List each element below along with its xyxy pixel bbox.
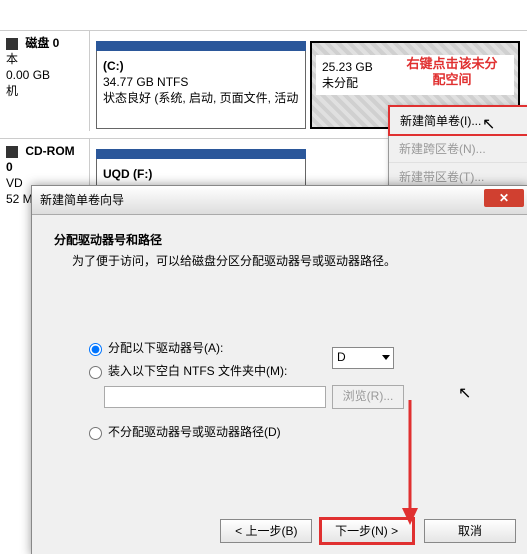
anno-l1: 右键点击该未分 (406, 56, 497, 71)
option-none-row[interactable]: 不分配驱动器号或驱动器路径(D) (84, 423, 506, 440)
partition-c[interactable]: (C:) 34.77 GB NTFS 状态良好 (系统, 启动, 页面文件, 活… (96, 41, 306, 129)
close-button[interactable]: ✕ (484, 189, 524, 207)
cdrom-l1: VD (6, 176, 23, 190)
menu-new-simple-volume[interactable]: 新建简单卷(I)... (388, 105, 527, 136)
disk0-label: 磁盘 0 (25, 36, 59, 50)
partc-letter: (C:) (103, 59, 124, 73)
back-button[interactable]: < 上一步(B) (220, 519, 312, 543)
option-assign-row[interactable]: 分配以下驱动器号(A): (84, 339, 506, 356)
annotation-text: 右键点击该未分 配空间 (382, 56, 522, 88)
label-no-letter: 不分配驱动器号或驱动器路径(D) (108, 423, 281, 440)
menu-new-spanned-volume[interactable]: 新建跨区卷(N)... (389, 135, 527, 163)
dialog-footer: < 上一步(B) 下一步(N) > 取消 (214, 517, 516, 545)
option-mount-row[interactable]: 装入以下空白 NTFS 文件夹中(M): (84, 362, 506, 379)
dialog-title-text: 新建简单卷向导 (40, 193, 124, 207)
cdrom-icon (6, 146, 18, 158)
radio-no-letter[interactable] (89, 427, 102, 440)
partu-status: 未分配 (322, 76, 358, 90)
cdrom-l2: 52 M (6, 192, 33, 206)
partc-size: 34.77 GB NTFS (103, 75, 188, 89)
disk-icon (6, 38, 18, 50)
wizard-dialog: 新建简单卷向导 ✕ 分配驱动器号和路径 为了便于访问，可以给磁盘分区分配驱动器号… (31, 185, 527, 554)
mount-path-input[interactable] (104, 386, 326, 408)
dialog-titlebar[interactable]: 新建简单卷向导 ✕ (32, 186, 527, 215)
dialog-body: 分配驱动器号和路径 为了便于访问，可以给磁盘分区分配驱动器号或驱动器路径。 分配… (32, 215, 527, 514)
cancel-button[interactable]: 取消 (424, 519, 516, 543)
disk0-l2: 0.00 GB (6, 68, 50, 82)
partc-status: 状态良好 (系统, 启动, 页面文件, 活动 (103, 91, 298, 105)
anno-l2: 配空间 (432, 72, 471, 87)
label-mount-folder: 装入以下空白 NTFS 文件夹中(M): (108, 362, 287, 379)
radio-assign-letter[interactable] (89, 343, 102, 356)
browse-button[interactable]: 浏览(R)... (332, 385, 404, 409)
drive-letter-select[interactable]: D (332, 347, 394, 369)
next-button[interactable]: 下一步(N) > (319, 517, 415, 545)
disk0-l1: 本 (6, 52, 18, 66)
disk0-header: 磁盘 0 本 0.00 GB 机 (0, 31, 90, 131)
drive-letter-value: D (337, 350, 346, 364)
radio-mount-folder[interactable] (89, 366, 102, 379)
label-assign-letter: 分配以下驱动器号(A): (108, 339, 223, 356)
dialog-subtext: 为了便于访问，可以给磁盘分区分配驱动器号或驱动器路径。 (72, 252, 506, 269)
dialog-heading: 分配驱动器号和路径 (54, 231, 506, 248)
uqd-label: UQD (F:) (103, 167, 152, 181)
disk0-l3: 机 (6, 84, 18, 98)
partu-size: 25.23 GB (322, 60, 373, 74)
